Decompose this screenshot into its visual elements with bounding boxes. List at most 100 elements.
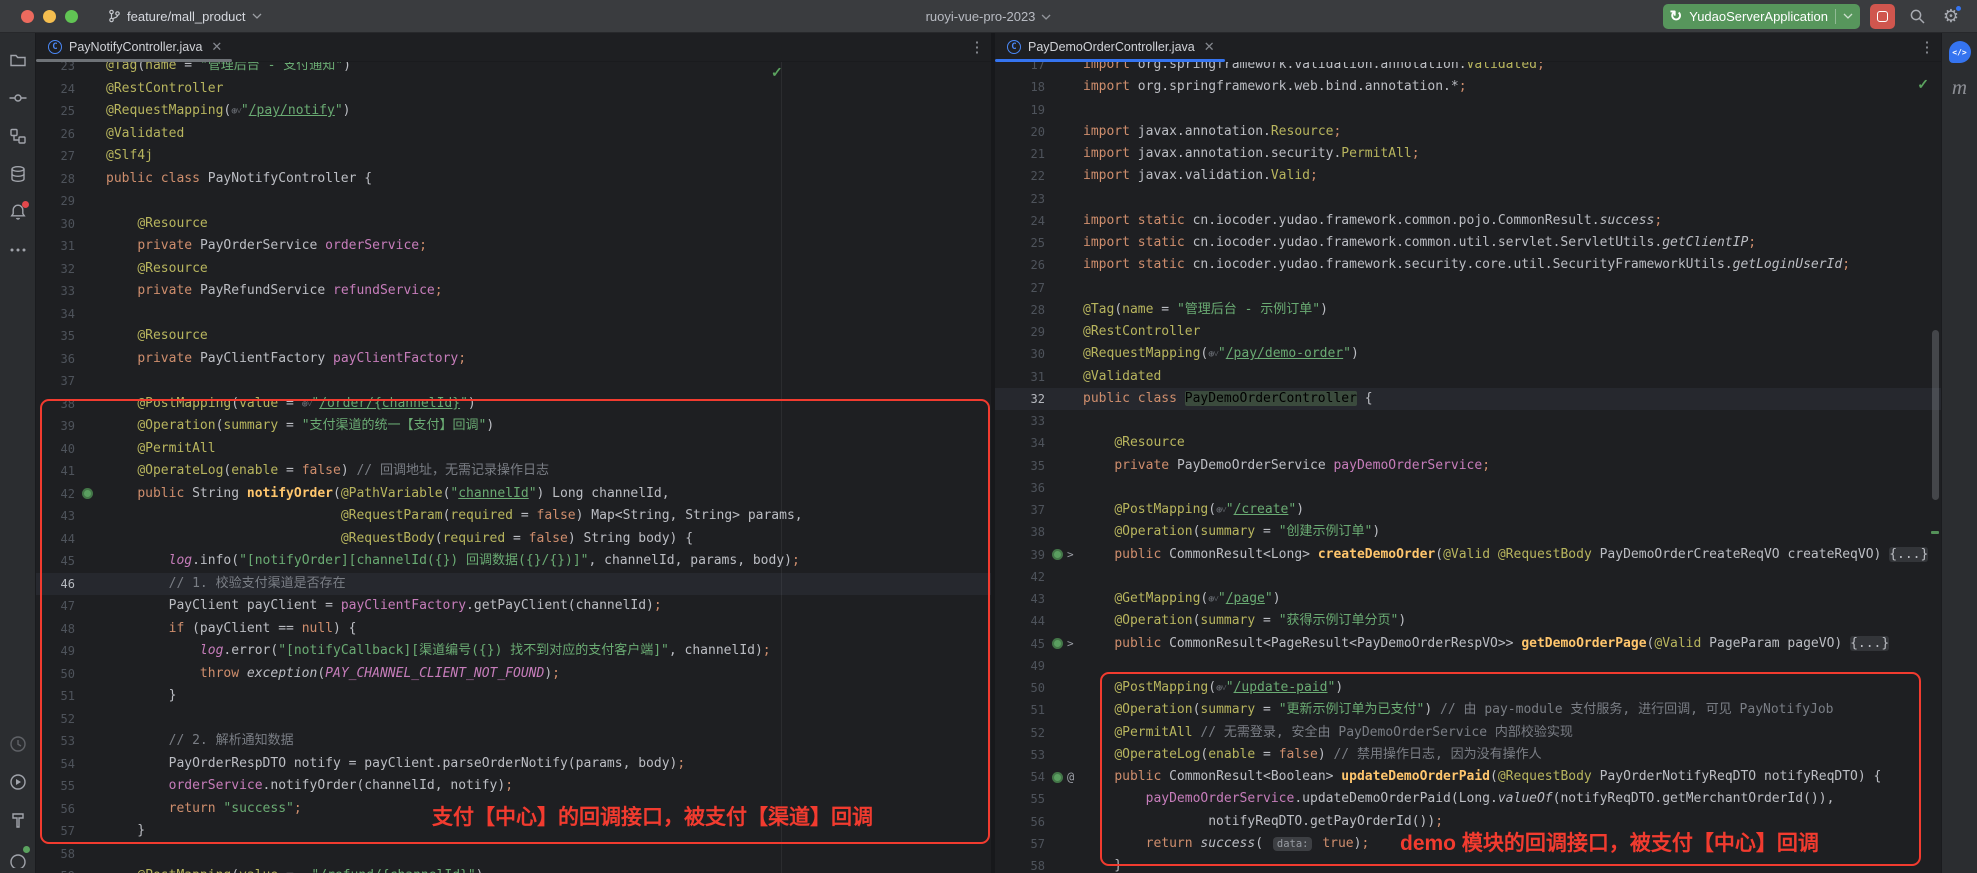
code-line[interactable]: 19 [995, 99, 1941, 121]
code-line[interactable]: 56 return "success"; [36, 798, 991, 821]
code-line[interactable]: 50 throw exception(PAY_CHANNEL_CLIENT_NO… [36, 663, 991, 686]
code-line[interactable]: 49 [995, 655, 1941, 677]
code-line[interactable]: 55 orderService.notifyOrder(channelId, n… [36, 775, 991, 798]
code-line[interactable]: 50 @PostMapping(⊕˅"/update-paid") [995, 677, 1941, 699]
code-line[interactable]: 51 } [36, 685, 991, 708]
project-tool-button[interactable] [3, 45, 33, 75]
request-mapping-icon[interactable] [1052, 549, 1063, 560]
code-line[interactable]: 41 @OperateLog(enable = false) // 回调地址，无… [36, 460, 991, 483]
history-tool-button[interactable] [3, 729, 33, 759]
code-line[interactable]: 52 @PermitAll // 无需登录, 安全由 PayDemoOrderS… [995, 722, 1941, 744]
code-line[interactable]: 29@RestController [995, 321, 1941, 343]
code-line[interactable]: 17import org.springframework.validation.… [995, 62, 1941, 76]
code-line[interactable]: 56 notifyReqDTO.getPayOrderId()); [995, 811, 1941, 833]
code-line[interactable]: 53 // 2. 解析通知数据 [36, 730, 991, 753]
search-everywhere-button[interactable] [1905, 4, 1929, 28]
code-line[interactable]: 43 @RequestParam(required = false) Map<S… [36, 505, 991, 528]
structure-tool-button[interactable] [3, 121, 33, 151]
run-configuration-widget[interactable]: ↻ YudaoServerApplication [1663, 4, 1860, 29]
code-line[interactable]: 36 private PayClientFactory payClientFac… [36, 348, 991, 371]
code-line[interactable]: 33 [995, 410, 1941, 432]
tab-paynotifycontroller[interactable]: C PayNotifyController.java ✕ [36, 33, 232, 61]
code-line[interactable]: 59 @PostMapping(value = ⊕˅"/refund/{chan… [36, 865, 991, 873]
inspections-ok-icon[interactable]: ✓ [771, 64, 783, 81]
code-line[interactable]: 34 [36, 303, 991, 326]
code-line[interactable]: 23 [995, 188, 1941, 210]
code-line[interactable]: 40 @PermitAll [36, 438, 991, 461]
code-line[interactable]: 57 } [36, 820, 991, 843]
inspections-ok-icon[interactable]: ✓ [1917, 76, 1929, 93]
code-line[interactable]: 48 if (payClient == null) { [36, 618, 991, 641]
code-line[interactable]: 38 @PostMapping(value = ⊕˅"/order/{chann… [36, 393, 991, 416]
code-line[interactable]: 32public class PayDemoOrderController { [995, 388, 1941, 410]
editor-left[interactable]: 23@Tag(name = "管理后台 - 支付通知")24@RestContr… [36, 62, 991, 873]
code-line[interactable]: 28@Tag(name = "管理后台 - 示例订单") [995, 299, 1941, 321]
annotated-icon[interactable]: @ [1067, 766, 1074, 788]
code-line[interactable]: 51 @Operation(summary = "更新示例订单为已支付") //… [995, 699, 1941, 721]
code-line[interactable]: 39 @Operation(summary = "支付渠道的统一【支付】回调") [36, 415, 991, 438]
code-line[interactable]: 30@RequestMapping(⊕˅"/pay/demo-order") [995, 343, 1941, 365]
code-line[interactable]: 47 PayClient payClient = payClientFactor… [36, 595, 991, 618]
git-branch-widget[interactable]: feature/mall_product [100, 6, 269, 27]
minimize-window-button[interactable] [43, 10, 56, 23]
code-line[interactable]: 42 public String notifyOrder(@PathVariab… [36, 483, 991, 506]
code-line[interactable]: 37 @PostMapping(⊕˅"/create") [995, 499, 1941, 521]
code-line[interactable]: 38 @Operation(summary = "创建示例订单") [995, 521, 1941, 543]
code-line[interactable]: 25import static cn.iocoder.yudao.framewo… [995, 232, 1941, 254]
fold-chevron-icon[interactable]: > [1067, 544, 1074, 566]
code-line[interactable]: 43 @GetMapping(⊕˅"/page") [995, 588, 1941, 610]
code-line[interactable]: 22import javax.validation.Valid; [995, 165, 1941, 187]
request-mapping-icon[interactable] [1052, 638, 1063, 649]
tab-paydemoordercontroller[interactable]: C PayDemoOrderController.java ✕ [995, 33, 1225, 61]
code-line[interactable]: 46 // 1. 校验支付渠道是否存在 [36, 573, 991, 596]
code-line[interactable]: 32 @Resource [36, 258, 991, 281]
code-line[interactable]: 39> public CommonResult<Long> createDemo… [995, 544, 1941, 566]
code-line[interactable]: 35 @Resource [36, 325, 991, 348]
commit-tool-button[interactable] [3, 83, 33, 113]
code-line[interactable]: 58 } [995, 855, 1941, 873]
code-line[interactable]: 23@Tag(name = "管理后台 - 支付通知") [36, 62, 991, 78]
code-line[interactable]: 21import javax.annotation.security.Permi… [995, 143, 1941, 165]
code-line[interactable]: 28public class PayNotifyController { [36, 168, 991, 191]
code-line[interactable]: 44 @Operation(summary = "获得示例订单分页") [995, 610, 1941, 632]
code-line[interactable]: 20import javax.annotation.Resource; [995, 121, 1941, 143]
code-line[interactable]: 54 PayOrderRespDTO notify = payClient.pa… [36, 753, 991, 776]
code-line[interactable]: 30 @Resource [36, 213, 991, 236]
code-line[interactable]: 52 [36, 708, 991, 731]
editor-right[interactable]: 17import org.springframework.validation.… [995, 62, 1941, 873]
close-tab-icon[interactable]: ✕ [211, 39, 222, 55]
code-line[interactable]: 45 log.info("[notifyOrder][channelId({})… [36, 550, 991, 573]
notifications-button[interactable] [3, 197, 33, 227]
fold-chevron-icon[interactable]: > [1067, 633, 1074, 655]
code-line[interactable]: 26@Validated [36, 123, 991, 146]
code-line[interactable]: 45> public CommonResult<PageResult<PayDe… [995, 633, 1941, 655]
code-line[interactable]: 42 [995, 566, 1941, 588]
run-tool-button[interactable] [3, 767, 33, 797]
maven-icon[interactable]: m [1952, 75, 1967, 100]
request-mapping-icon[interactable] [82, 488, 93, 499]
code-line[interactable]: 29 [36, 190, 991, 213]
close-tab-icon[interactable]: ✕ [1204, 39, 1215, 55]
more-tools-button[interactable] [3, 235, 33, 265]
code-line[interactable]: 54@ public CommonResult<Boolean> updateD… [995, 766, 1941, 788]
code-line[interactable]: 31 private PayOrderService orderService; [36, 235, 991, 258]
close-window-button[interactable] [21, 10, 34, 23]
vertical-scrollbar-thumb[interactable] [1932, 330, 1939, 500]
code-line[interactable]: 57 return success( data: true); [995, 833, 1941, 855]
code-line[interactable]: 36 [995, 477, 1941, 499]
code-line[interactable]: 24@RestController [36, 78, 991, 101]
code-line[interactable]: 31@Validated [995, 366, 1941, 388]
services-tool-button[interactable] [3, 843, 33, 873]
tab-options-kebab-icon[interactable]: ⋮ [963, 33, 991, 61]
code-line[interactable]: 35 private PayDemoOrderService payDemoOr… [995, 455, 1941, 477]
code-line[interactable]: 27 [995, 277, 1941, 299]
code-line[interactable]: 34 @Resource [995, 432, 1941, 454]
ai-assistant-icon[interactable]: </> [1949, 41, 1971, 63]
code-line[interactable]: 49 log.error("[notifyCallback][渠道编号({}) … [36, 640, 991, 663]
zoom-window-button[interactable] [65, 10, 78, 23]
code-line[interactable]: 37 [36, 370, 991, 393]
code-line[interactable]: 26import static cn.iocoder.yudao.framewo… [995, 254, 1941, 276]
code-line[interactable]: 44 @RequestBody(required = false) String… [36, 528, 991, 551]
build-tool-button[interactable] [3, 805, 33, 835]
request-mapping-icon[interactable] [1052, 772, 1063, 783]
